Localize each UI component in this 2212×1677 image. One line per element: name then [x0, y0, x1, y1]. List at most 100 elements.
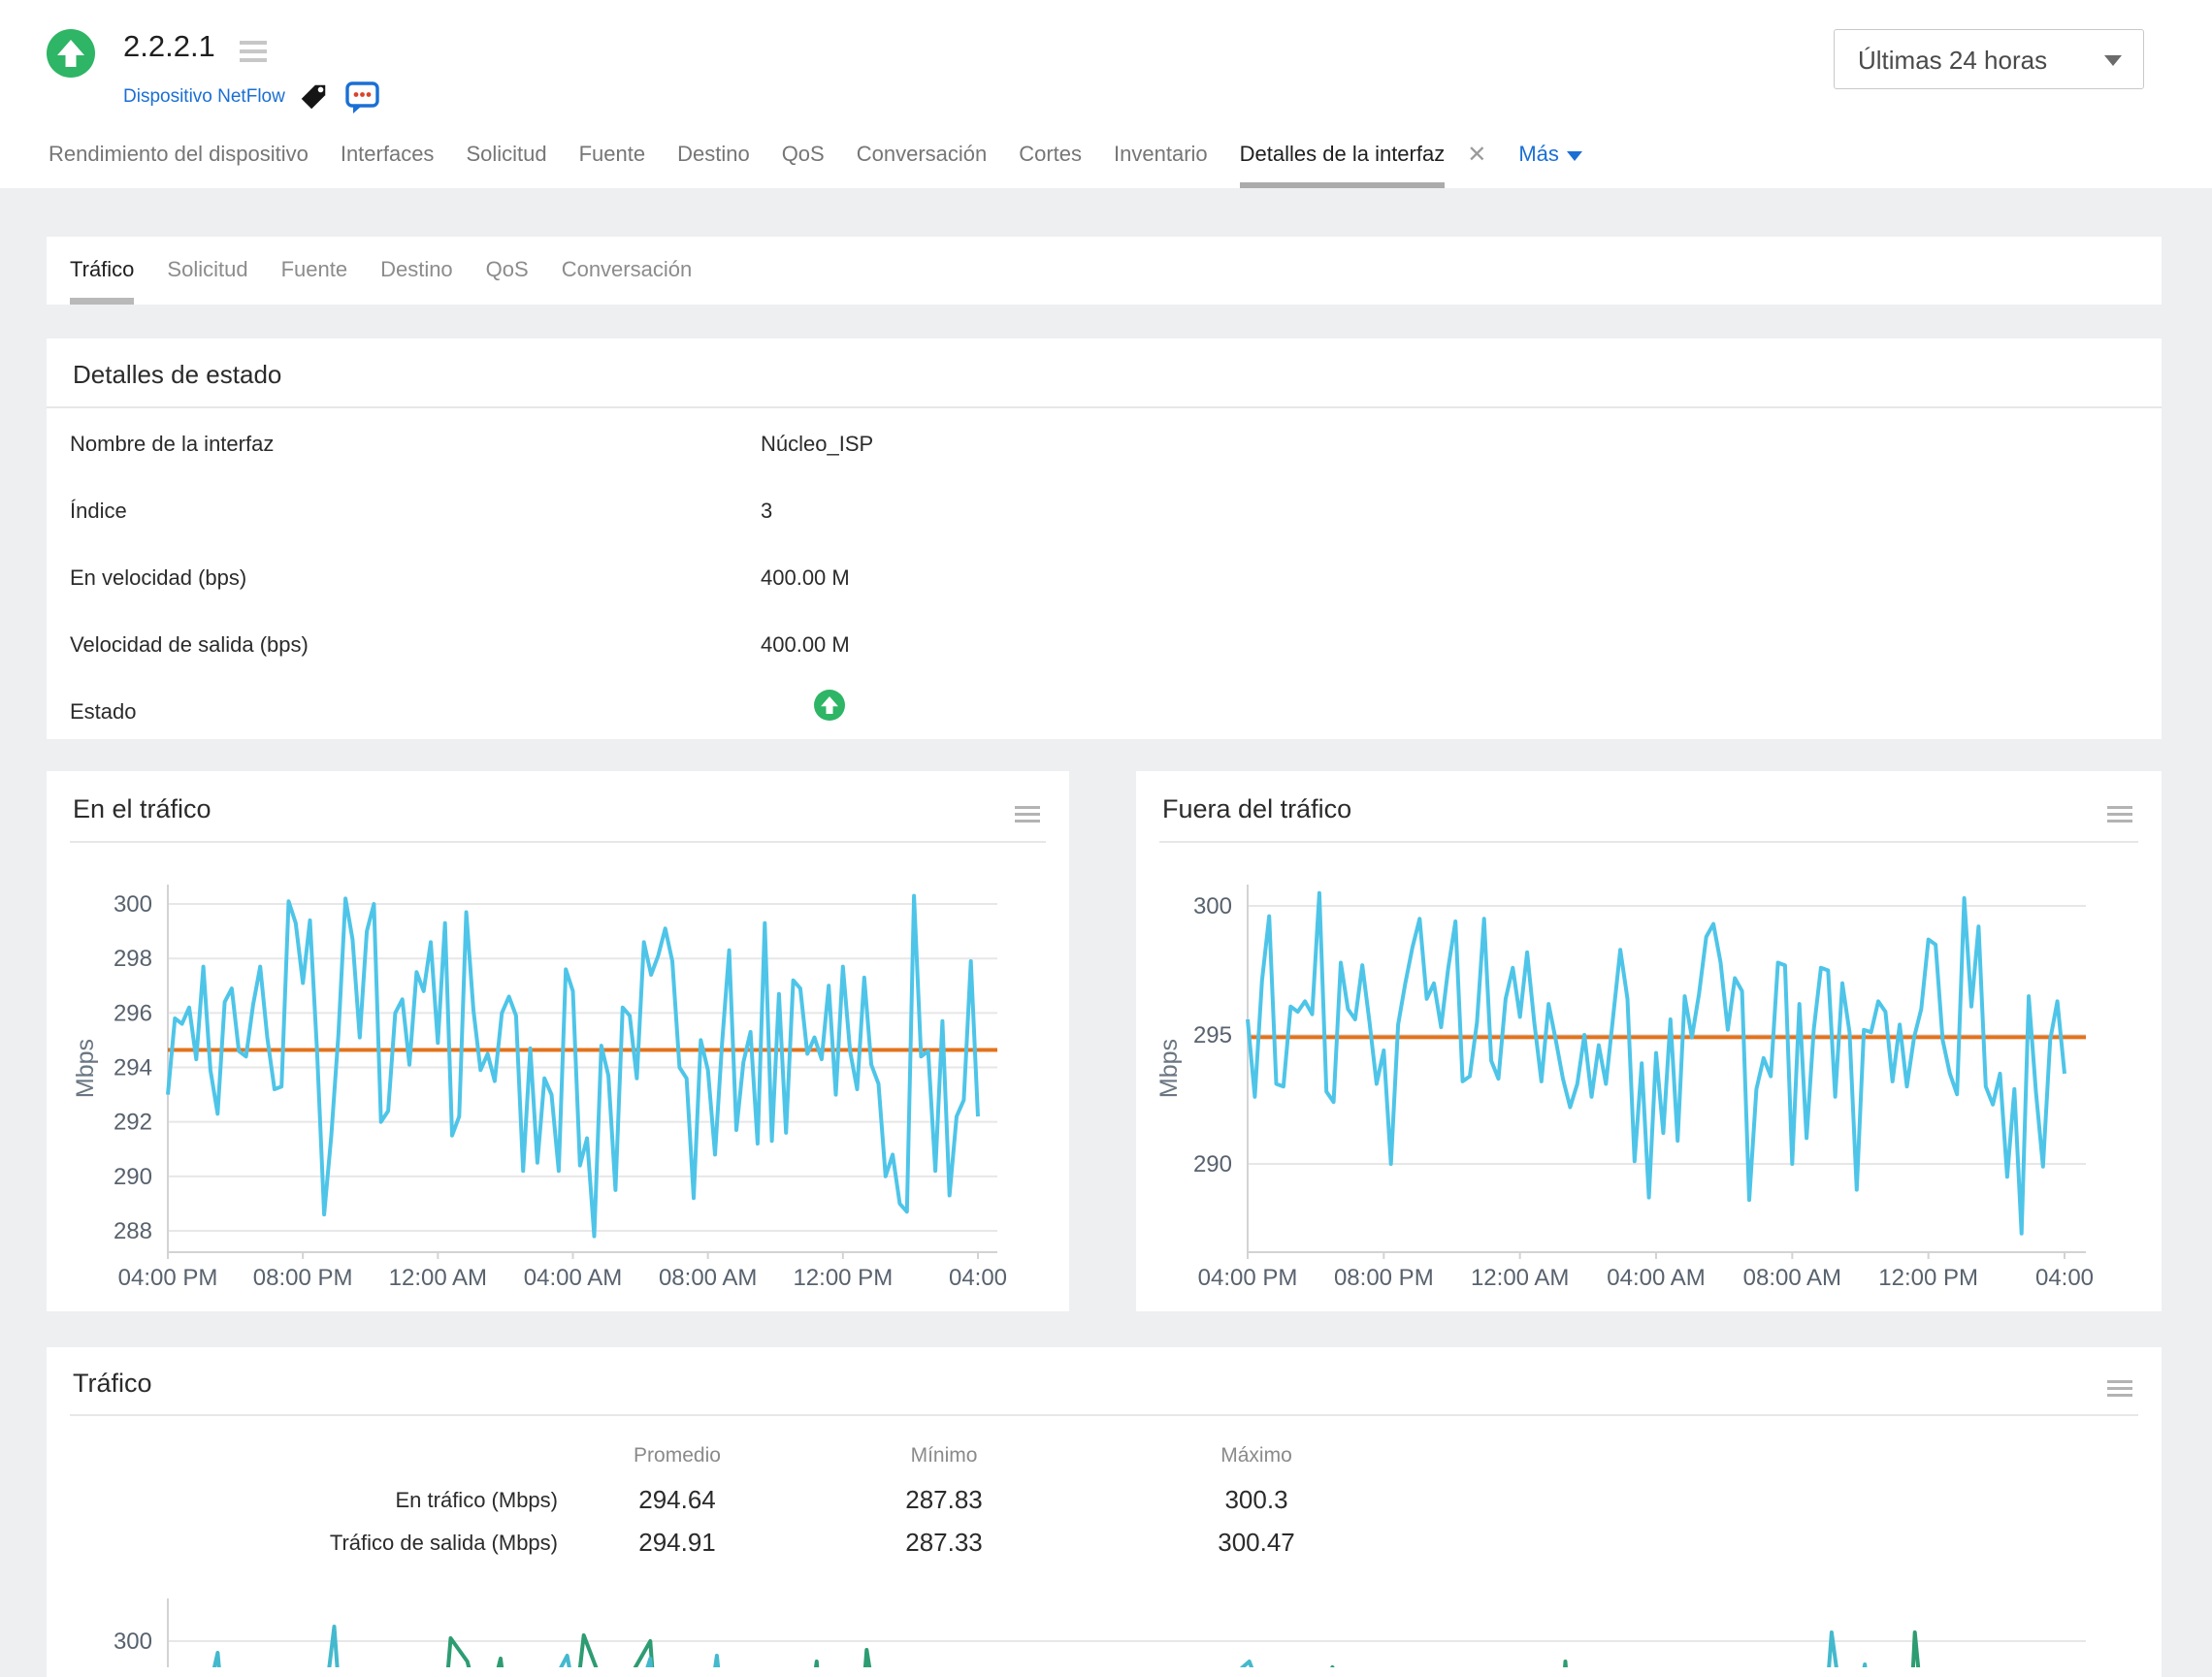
subtab-qos[interactable]: QoS: [486, 237, 529, 305]
tab-solicitud[interactable]: Solicitud: [466, 142, 546, 188]
tab-inventario[interactable]: Inventario: [1114, 142, 1208, 188]
svg-text:04:00: 04:00: [2035, 1265, 2094, 1291]
subtab-conversaci-n[interactable]: Conversación: [562, 237, 693, 305]
svg-text:Mbps: Mbps: [72, 1039, 99, 1098]
in-traffic-chart-title: En el tráfico: [73, 794, 211, 823]
svg-text:04:00 AM: 04:00 AM: [524, 1265, 622, 1291]
status-row: Nombre de la interfaz Núcleo_ISP: [47, 406, 2162, 473]
out-traffic-chart-title: Fuera del tráfico: [1162, 794, 1352, 823]
status-row-label: En velocidad (bps): [70, 565, 247, 590]
stat-value: 287.83: [905, 1485, 983, 1514]
status-row-value: 400.00 M: [761, 565, 850, 590]
svg-text:294: 294: [114, 1055, 152, 1081]
close-tab-icon[interactable]: ✕: [1467, 141, 1486, 188]
traffic-summary-title: Tráfico: [73, 1369, 152, 1398]
svg-text:288: 288: [114, 1218, 152, 1244]
chart-menu-icon[interactable]: [1015, 806, 1040, 826]
status-details-title: Detalles de estado: [73, 360, 282, 389]
page-title: 2.2.2.1: [123, 29, 215, 63]
device-menu-icon[interactable]: [240, 41, 267, 67]
svg-text:12:00 AM: 12:00 AM: [1471, 1265, 1569, 1291]
tab-fuente[interactable]: Fuente: [579, 142, 646, 188]
in-traffic-chart-card: En el tráfico 288 290 292 294 296 298 300 04:00…: [47, 771, 1069, 1311]
tab-conversaci-n[interactable]: Conversación: [857, 142, 988, 188]
interface-subtabs: Tráfico Solicitud Fuente Destino QoS Conversa…: [47, 237, 2162, 305]
svg-text:300: 300: [114, 1629, 152, 1655]
subtab-solicitud[interactable]: Solicitud: [167, 237, 247, 305]
svg-text:300: 300: [1193, 893, 1232, 919]
svg-text:12:00 AM: 12:00 AM: [389, 1265, 487, 1291]
tab-rendimiento-del-dispositivo[interactable]: Rendimiento del dispositivo: [49, 142, 309, 188]
dropdown-caret-icon: [2104, 55, 2122, 66]
stat-value: 287.33: [905, 1528, 983, 1557]
status-row-label: Velocidad de salida (bps): [70, 632, 309, 657]
stat-column-header: Máximo: [1220, 1444, 1292, 1467]
traffic-chart: 300: [114, 1598, 2086, 1667]
tab-qos[interactable]: QoS: [782, 142, 825, 188]
svg-text:295: 295: [1193, 1022, 1232, 1048]
tab-more[interactable]: Más: [1518, 142, 1582, 188]
time-range-value: Últimas 24 horas: [1858, 46, 2048, 75]
divider: [70, 1414, 2138, 1416]
tab-cortes[interactable]: Cortes: [1019, 142, 1082, 188]
svg-text:290: 290: [1193, 1151, 1232, 1177]
traffic-summary-card: Tráfico Promedio Mínimo Máximo En tráfico (…: [47, 1347, 2162, 1677]
subtab-destino[interactable]: Destino: [380, 237, 453, 305]
svg-text:08:00 PM: 08:00 PM: [1334, 1265, 1434, 1291]
status-row-value: [761, 690, 845, 726]
svg-text:04:00 PM: 04:00 PM: [118, 1265, 218, 1291]
status-row-value: Núcleo_ISP: [761, 432, 874, 456]
status-up-icon: [814, 690, 845, 721]
chevron-down-icon: [1566, 151, 1582, 161]
status-row: Estado: [47, 674, 2162, 741]
subtab-fuente[interactable]: Fuente: [281, 237, 348, 305]
stat-column-header: Promedio: [634, 1444, 721, 1467]
stat-value: 294.91: [638, 1528, 716, 1557]
stat-row-label: En tráfico (Mbps): [395, 1488, 559, 1512]
svg-text:12:00 PM: 12:00 PM: [793, 1265, 893, 1291]
svg-text:04:00: 04:00: [949, 1265, 1007, 1291]
device-type-link[interactable]: Dispositivo NetFlow: [123, 86, 285, 108]
device-status-up-icon: [47, 29, 95, 78]
time-range-dropdown[interactable]: Últimas 24 horas: [1834, 29, 2144, 89]
comment-icon[interactable]: [345, 81, 380, 114]
status-row-label: Nombre de la interfaz: [70, 432, 275, 456]
subtab-tr-fico[interactable]: Tráfico: [70, 237, 135, 305]
tab-destino[interactable]: Destino: [677, 142, 750, 188]
svg-text:292: 292: [114, 1110, 152, 1136]
page-header: 2.2.2.1 Dispositivo NetFlow Últimas 24 h…: [0, 0, 2212, 188]
status-row: Velocidad de salida (bps) 400.00 M: [47, 607, 2162, 674]
svg-text:04:00 PM: 04:00 PM: [1198, 1265, 1298, 1291]
status-row: En velocidad (bps) 400.00 M: [47, 540, 2162, 607]
stat-column-header: Mínimo: [910, 1444, 978, 1467]
status-row: Índice 3: [47, 473, 2162, 540]
status-row-value: 400.00 M: [761, 632, 850, 657]
tag-icon[interactable]: [298, 81, 329, 113]
more-label: Más: [1518, 142, 1559, 166]
svg-text:298: 298: [114, 946, 152, 972]
svg-text:08:00 AM: 08:00 AM: [659, 1265, 757, 1291]
svg-text:300: 300: [114, 891, 152, 918]
chart-menu-icon[interactable]: [2107, 1380, 2132, 1401]
svg-text:08:00 PM: 08:00 PM: [253, 1265, 353, 1291]
status-row-label: Índice: [70, 499, 127, 523]
status-details-card: Detalles de estado Nombre de la interfaz…: [47, 339, 2162, 739]
svg-text:08:00 AM: 08:00 AM: [1743, 1265, 1841, 1291]
device-tab-bar: Rendimiento del dispositivo Interfaces Sol…: [49, 130, 1582, 188]
out-traffic-chart: 290 295 300 04:00 PM 08:00 PM 12:00 AM 04:00 A…: [1155, 885, 2094, 1291]
svg-text:Mbps: Mbps: [1155, 1039, 1183, 1098]
tab-detalles-de-la-interfaz[interactable]: Detalles de la interfaz: [1239, 142, 1446, 188]
out-traffic-chart-card: Fuera del tráfico 290 295 300 04:00 PM 08:00…: [1136, 771, 2162, 1311]
chart-menu-icon[interactable]: [2107, 806, 2132, 826]
svg-text:290: 290: [114, 1164, 152, 1190]
stat-value: 300.47: [1218, 1528, 1295, 1557]
stat-value: 300.3: [1224, 1485, 1288, 1514]
svg-text:296: 296: [114, 1000, 152, 1026]
status-row-label: Estado: [70, 699, 137, 724]
stat-row-label: Tráfico de salida (Mbps): [329, 1531, 558, 1555]
stat-value: 294.64: [638, 1485, 716, 1514]
svg-text:04:00 AM: 04:00 AM: [1607, 1265, 1705, 1291]
in-traffic-chart: 288 290 292 294 296 298 300 04:00 PM 08:00 PM 12:…: [72, 885, 1007, 1291]
svg-text:12:00 PM: 12:00 PM: [1878, 1265, 1978, 1291]
tab-interfaces[interactable]: Interfaces: [341, 142, 435, 188]
